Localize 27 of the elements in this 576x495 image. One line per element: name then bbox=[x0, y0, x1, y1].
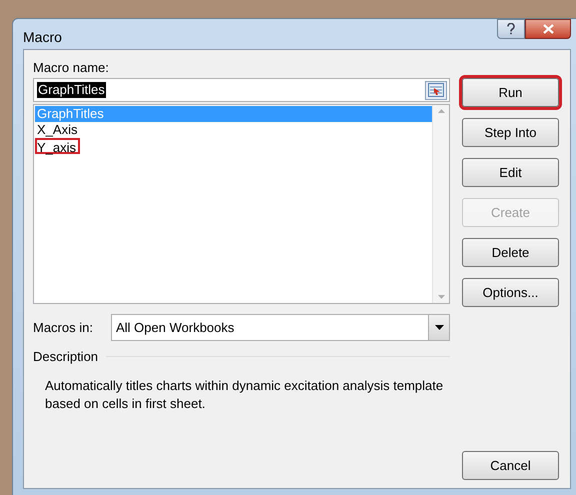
description-label: Description bbox=[33, 348, 98, 366]
dropdown-value: All Open Workbooks bbox=[116, 318, 234, 337]
dialog-button[interactable]: Delete bbox=[462, 238, 559, 267]
macros-in-label: Macros in: bbox=[33, 318, 94, 337]
dropdown-arrow-icon bbox=[434, 325, 444, 330]
range-picker-icon bbox=[428, 83, 444, 97]
macro-name-field[interactable]: GraphTitles bbox=[33, 78, 450, 102]
dialog-button[interactable]: Edit bbox=[462, 158, 559, 187]
macro-list-item[interactable]: X_Axis bbox=[35, 122, 432, 138]
dialog-button[interactable]: Run bbox=[462, 78, 559, 107]
scroll-down-icon bbox=[438, 295, 444, 299]
macros-in-dropdown[interactable]: All Open Workbooks bbox=[111, 314, 450, 341]
help-icon bbox=[506, 23, 516, 35]
macro-name-label: Macro name: bbox=[33, 59, 110, 77]
field-value: GraphTitles bbox=[37, 82, 106, 98]
macro-list-item[interactable]: Y_axis bbox=[35, 138, 80, 154]
dialog-button[interactable]: Options... bbox=[462, 278, 559, 307]
window-title: Macro bbox=[23, 28, 62, 47]
scroll-up-icon bbox=[438, 109, 444, 113]
cancel-button[interactable]: Cancel bbox=[462, 451, 559, 480]
help-button[interactable] bbox=[497, 19, 525, 39]
close-icon bbox=[542, 24, 554, 34]
close-button[interactable] bbox=[525, 19, 571, 39]
description-text: Automatically titles charts within dynamic excitation analysis template based on cells in first sheet. bbox=[45, 376, 444, 412]
scrollbar[interactable] bbox=[432, 105, 449, 303]
dialog-button[interactable]: Step Into bbox=[462, 118, 559, 147]
collapse-dialog-button[interactable] bbox=[425, 80, 447, 100]
